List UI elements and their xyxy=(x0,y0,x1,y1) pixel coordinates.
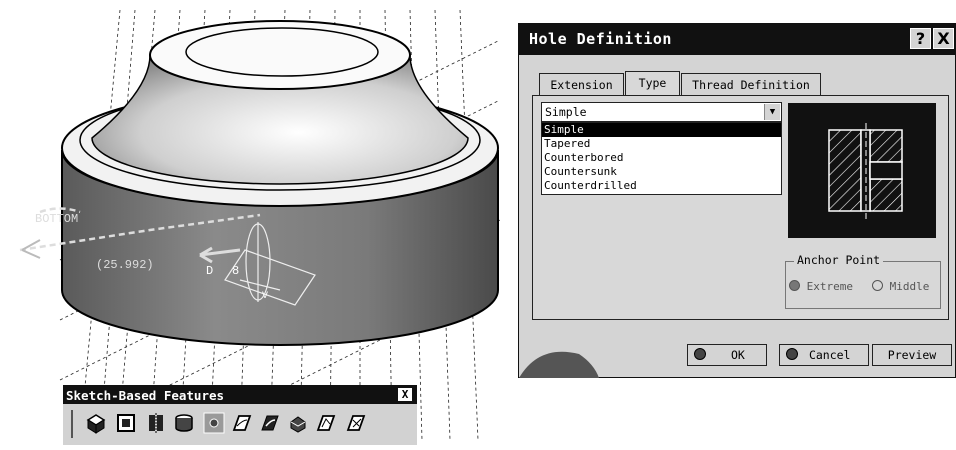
toolbar-body xyxy=(63,404,417,445)
stiffener-icon[interactable] xyxy=(287,412,309,434)
list-item[interactable]: Counterdrilled xyxy=(542,179,781,193)
rib-icon[interactable] xyxy=(231,412,253,434)
anchor-point-group: Anchor Point Extreme Middle xyxy=(785,253,941,309)
sketch-based-features-toolbar: Sketch-Based Features X xyxy=(63,385,417,445)
toolbar-title: Sketch-Based Features xyxy=(66,388,225,403)
preview-button[interactable]: Preview xyxy=(872,344,952,366)
tab-thread-definition[interactable]: Thread Definition xyxy=(681,73,821,95)
label-8: 8 xyxy=(232,264,239,278)
anchor-middle-radio[interactable]: Middle xyxy=(872,280,929,293)
tab-extension[interactable]: Extension xyxy=(539,73,624,95)
anchor-extreme-label: Extreme xyxy=(806,280,853,293)
toolbar-close-button[interactable]: X xyxy=(398,388,412,401)
boss-top xyxy=(149,20,411,90)
ok-button[interactable]: OK xyxy=(687,344,767,366)
anchor-point-legend: Anchor Point xyxy=(794,253,884,267)
ok-icon xyxy=(694,348,706,360)
anchor-middle-label: Middle xyxy=(889,280,930,293)
label-v: V xyxy=(262,291,268,302)
close-button[interactable]: X xyxy=(933,28,954,49)
hole-preview-image xyxy=(788,103,936,238)
cancel-button[interactable]: Cancel xyxy=(779,344,869,366)
hole-type-dropdown[interactable]: Simple ▼ xyxy=(541,102,782,122)
dimension-label: (25.992) xyxy=(96,258,154,272)
list-item[interactable]: Tapered xyxy=(542,137,781,151)
list-item[interactable]: Countersunk xyxy=(542,165,781,179)
pocket-icon[interactable] xyxy=(115,412,137,434)
help-button[interactable]: ? xyxy=(910,28,931,49)
cancel-icon xyxy=(786,348,798,360)
hole-icon[interactable] xyxy=(203,412,225,434)
pad-icon[interactable] xyxy=(85,412,107,434)
label-d: D xyxy=(206,264,213,278)
list-item[interactable]: Simple xyxy=(542,123,781,137)
hole-type-value: Simple xyxy=(545,105,587,119)
dialog-title: Hole Definition xyxy=(519,24,955,55)
groove-icon[interactable] xyxy=(173,412,195,434)
multi-section-solid-icon[interactable] xyxy=(315,412,337,434)
removed-multi-section-icon[interactable] xyxy=(345,412,367,434)
label-bottom: BOTTOM xyxy=(35,212,78,226)
shaft-icon[interactable] xyxy=(145,412,167,434)
tab-type[interactable]: Type xyxy=(625,71,680,96)
dialog-corner-decoration xyxy=(519,351,599,378)
slot-icon[interactable] xyxy=(259,412,281,434)
hole-type-list[interactable]: Simple Tapered Counterbored Countersunk … xyxy=(541,122,782,195)
anchor-extreme-radio[interactable]: Extreme xyxy=(789,280,853,293)
list-item[interactable]: Counterbored xyxy=(542,151,781,165)
hole-definition-dialog: Hole Definition ? X Extension Type Threa… xyxy=(518,23,956,378)
chevron-down-icon[interactable]: ▼ xyxy=(764,104,780,120)
